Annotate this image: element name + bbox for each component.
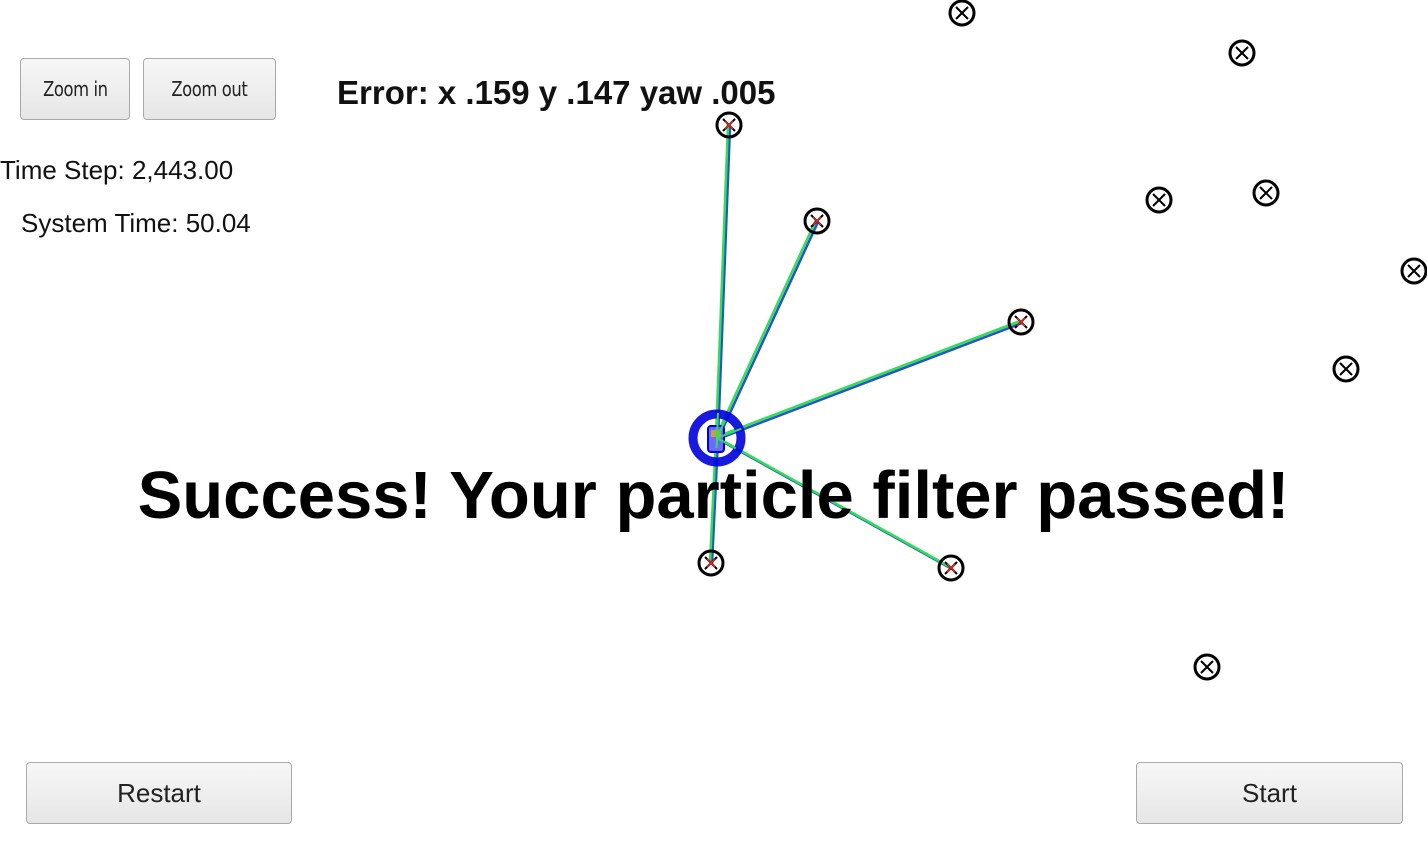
- circle-x-icon: [1228, 39, 1256, 67]
- map-view: [688, 0, 1427, 681]
- time-step-readout: Time Step: 2,443.00: [0, 155, 234, 185]
- circle-x-icon: [1145, 186, 1173, 214]
- simulator-canvas: Zoom in Zoom out Error: x .159 y .147 ya…: [0, 0, 1427, 868]
- circle-x-icon: [1400, 257, 1427, 285]
- observation-link: [708, 436, 720, 565]
- error-readout: Error: x .159 y .147 yaw .005: [337, 74, 776, 111]
- zoom-in-label: Zoom in: [42, 77, 108, 101]
- zoom-out-button[interactable]: Zoom out: [143, 58, 276, 120]
- zoom-out-label: Zoom out: [171, 77, 248, 101]
- zoom-in-button[interactable]: Zoom in: [20, 58, 130, 120]
- circle-x-icon: [1332, 355, 1360, 383]
- observation-line: [715, 435, 951, 569]
- circle-x-icon: [803, 207, 831, 235]
- start-button[interactable]: Start: [1136, 762, 1403, 824]
- observation-link: [715, 435, 953, 571]
- circle-x-icon: [1252, 179, 1280, 207]
- system-time-readout: System Time: 50.04: [21, 208, 251, 238]
- circle-x-icon: [937, 554, 965, 582]
- prediction-line: [716, 125, 732, 440]
- observation-line: [714, 123, 730, 438]
- restart-button[interactable]: Restart: [26, 762, 292, 824]
- circle-x-icon: [1007, 308, 1035, 336]
- circle-x-icon: [1193, 653, 1221, 681]
- circle-x-icon: [948, 0, 976, 27]
- observation-link: [714, 123, 732, 440]
